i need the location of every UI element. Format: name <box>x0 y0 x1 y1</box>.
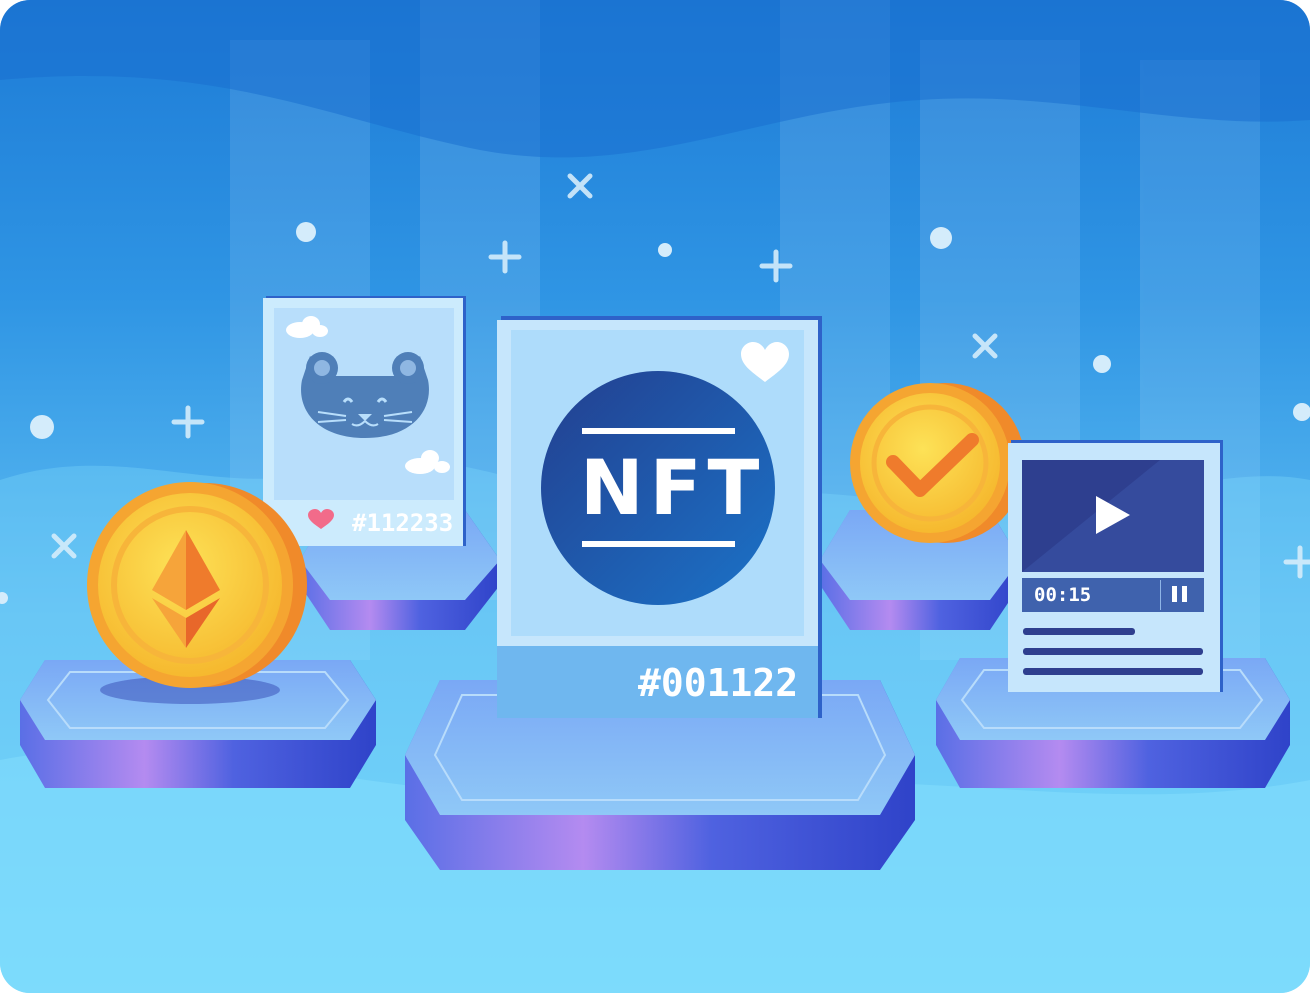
illustration-scene: NFT #001122 #112233 00:15 <box>0 0 1310 993</box>
cat-token-id: #112233 <box>352 509 454 537</box>
video-card <box>1008 440 1223 692</box>
video-time: 00:15 <box>1034 584 1092 606</box>
nft-badge-text: NFT <box>580 443 766 532</box>
main-token-id: #001122 <box>638 661 799 705</box>
check-coin <box>850 383 1025 543</box>
